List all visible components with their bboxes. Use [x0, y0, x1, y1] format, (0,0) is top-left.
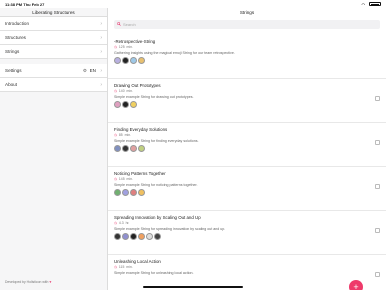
chevron-right-icon: ›: [100, 49, 102, 55]
structure-icon: [114, 145, 121, 152]
home-indicator: [143, 286, 243, 288]
gear-icon: ⚙: [82, 68, 87, 73]
search-input[interactable]: Search: [114, 20, 380, 29]
structure-icon: [138, 57, 145, 64]
structure-icon: [130, 145, 137, 152]
structure-icon: [122, 233, 129, 240]
list-item[interactable]: Unleashing Local Action ◷ 115 min. Simple …: [108, 255, 386, 290]
clock-icon: ◷: [114, 177, 117, 181]
duration: ◷ 145 min.: [114, 177, 133, 181]
string-title: Spreading Innovation by Scaling Out and …: [114, 215, 201, 220]
structure-icon: [130, 233, 137, 240]
status-bar: 11:38 PM Thu Feb 27 ◠: [0, 0, 386, 8]
main-panel: Strings Search -Retrospective-String ◷ 12…: [108, 8, 386, 290]
structure-icon: [114, 101, 121, 108]
clock-icon: ◷: [114, 221, 117, 225]
string-description: Simple example String for noticing patte…: [114, 182, 198, 187]
string-title: Noticing Patterns Together: [114, 171, 166, 176]
heart-icon: ♥: [49, 280, 52, 284]
structure-icon: [122, 101, 129, 108]
select-checkbox[interactable]: [375, 272, 380, 277]
select-checkbox[interactable]: [375, 228, 380, 233]
sidebar-title: Liberating Structures: [0, 8, 107, 17]
string-title: Finding Everyday Solutions: [114, 127, 168, 132]
structure-icon: [138, 145, 145, 152]
structure-icons: [114, 145, 145, 153]
status-time: 11:38 PM Thu Feb 27: [5, 1, 45, 7]
sidebar-item-about[interactable]: About ›: [0, 78, 107, 92]
string-description: Simple example String for spreading inno…: [114, 226, 226, 231]
structure-icon: [130, 189, 137, 196]
clock-icon: ◷: [114, 265, 117, 269]
string-description: Simple example String for drawing out pr…: [114, 94, 194, 99]
sidebar-item-strings[interactable]: Strings ›: [0, 45, 107, 59]
select-checkbox[interactable]: [375, 140, 380, 145]
duration: ◷ 85 min.: [114, 133, 132, 137]
chevron-right-icon: ›: [100, 68, 102, 74]
structure-icon: [114, 189, 121, 196]
sidebar: Liberating Structures Introduction › Str…: [0, 8, 108, 290]
wifi-icon: ◠: [361, 1, 366, 7]
structure-icons: [114, 101, 137, 109]
structure-icon: [122, 57, 129, 64]
clock-icon: ◷: [114, 133, 117, 137]
select-checkbox[interactable]: [375, 184, 380, 189]
string-description: Gathering insights using the magical emo…: [114, 50, 235, 55]
chevron-right-icon: ›: [100, 21, 102, 27]
structure-icon: [146, 233, 153, 240]
chevron-right-icon: ›: [100, 82, 102, 88]
structure-icon: [122, 145, 129, 152]
duration: ◷ 125 min.: [114, 45, 133, 49]
list-item[interactable]: Spreading Innovation by Scaling Out and …: [108, 211, 386, 255]
string-title: Drawing Out Prototypes: [114, 83, 161, 88]
structure-icons: [114, 189, 145, 197]
structure-icon: [130, 101, 137, 108]
structure-icon: [130, 57, 137, 64]
clock-icon: ◷: [114, 89, 117, 93]
list-item[interactable]: Finding Everyday Solutions ◷ 85 min. Simpl…: [108, 123, 386, 167]
structure-icons: [114, 233, 161, 241]
duration: ◷ 4.3 hr.: [114, 221, 130, 225]
structure-icon: [114, 57, 121, 64]
page-title: Strings: [239, 10, 255, 15]
list-item[interactable]: -Retrospective-String ◷ 125 min. Gathering…: [108, 35, 386, 79]
structure-icon: [114, 233, 121, 240]
structure-icon: [138, 189, 145, 196]
clock-icon: ◷: [114, 45, 117, 49]
sidebar-item-settings[interactable]: Settings ⚙ EN ›: [0, 64, 107, 78]
string-title: Unleashing Local Action: [114, 259, 161, 264]
structure-icon: [154, 233, 161, 240]
list-item[interactable]: Drawing Out Prototypes ◷ 140 min. Simple e…: [108, 79, 386, 123]
structure-icons: [114, 57, 145, 65]
string-description: Simple example String for unleashing loc…: [114, 270, 194, 275]
select-checkbox[interactable]: [375, 96, 380, 101]
string-title: -Retrospective-String: [114, 39, 156, 44]
search-icon: [117, 22, 121, 26]
sidebar-item-structures[interactable]: Structures ›: [0, 31, 107, 45]
structure-icon: [122, 189, 129, 196]
language-label: EN: [89, 68, 96, 73]
list-item[interactable]: Noticing Patterns Together ◷ 145 min. Simp…: [108, 167, 386, 211]
string-description: Simple example String for finding everyd…: [114, 138, 199, 143]
strings-list: -Retrospective-String ◷ 125 min. Gathering…: [108, 35, 386, 290]
battery-icon: [369, 2, 381, 6]
chevron-right-icon: ›: [100, 35, 102, 41]
sidebar-footer: Developed by Holisticon with ♥: [5, 280, 52, 284]
duration: ◷ 140 min.: [114, 89, 133, 93]
add-string-button[interactable]: +: [349, 280, 363, 290]
structure-icon: [138, 233, 145, 240]
sidebar-item-introduction[interactable]: Introduction ›: [0, 17, 107, 31]
duration: ◷ 115 min.: [114, 265, 133, 269]
